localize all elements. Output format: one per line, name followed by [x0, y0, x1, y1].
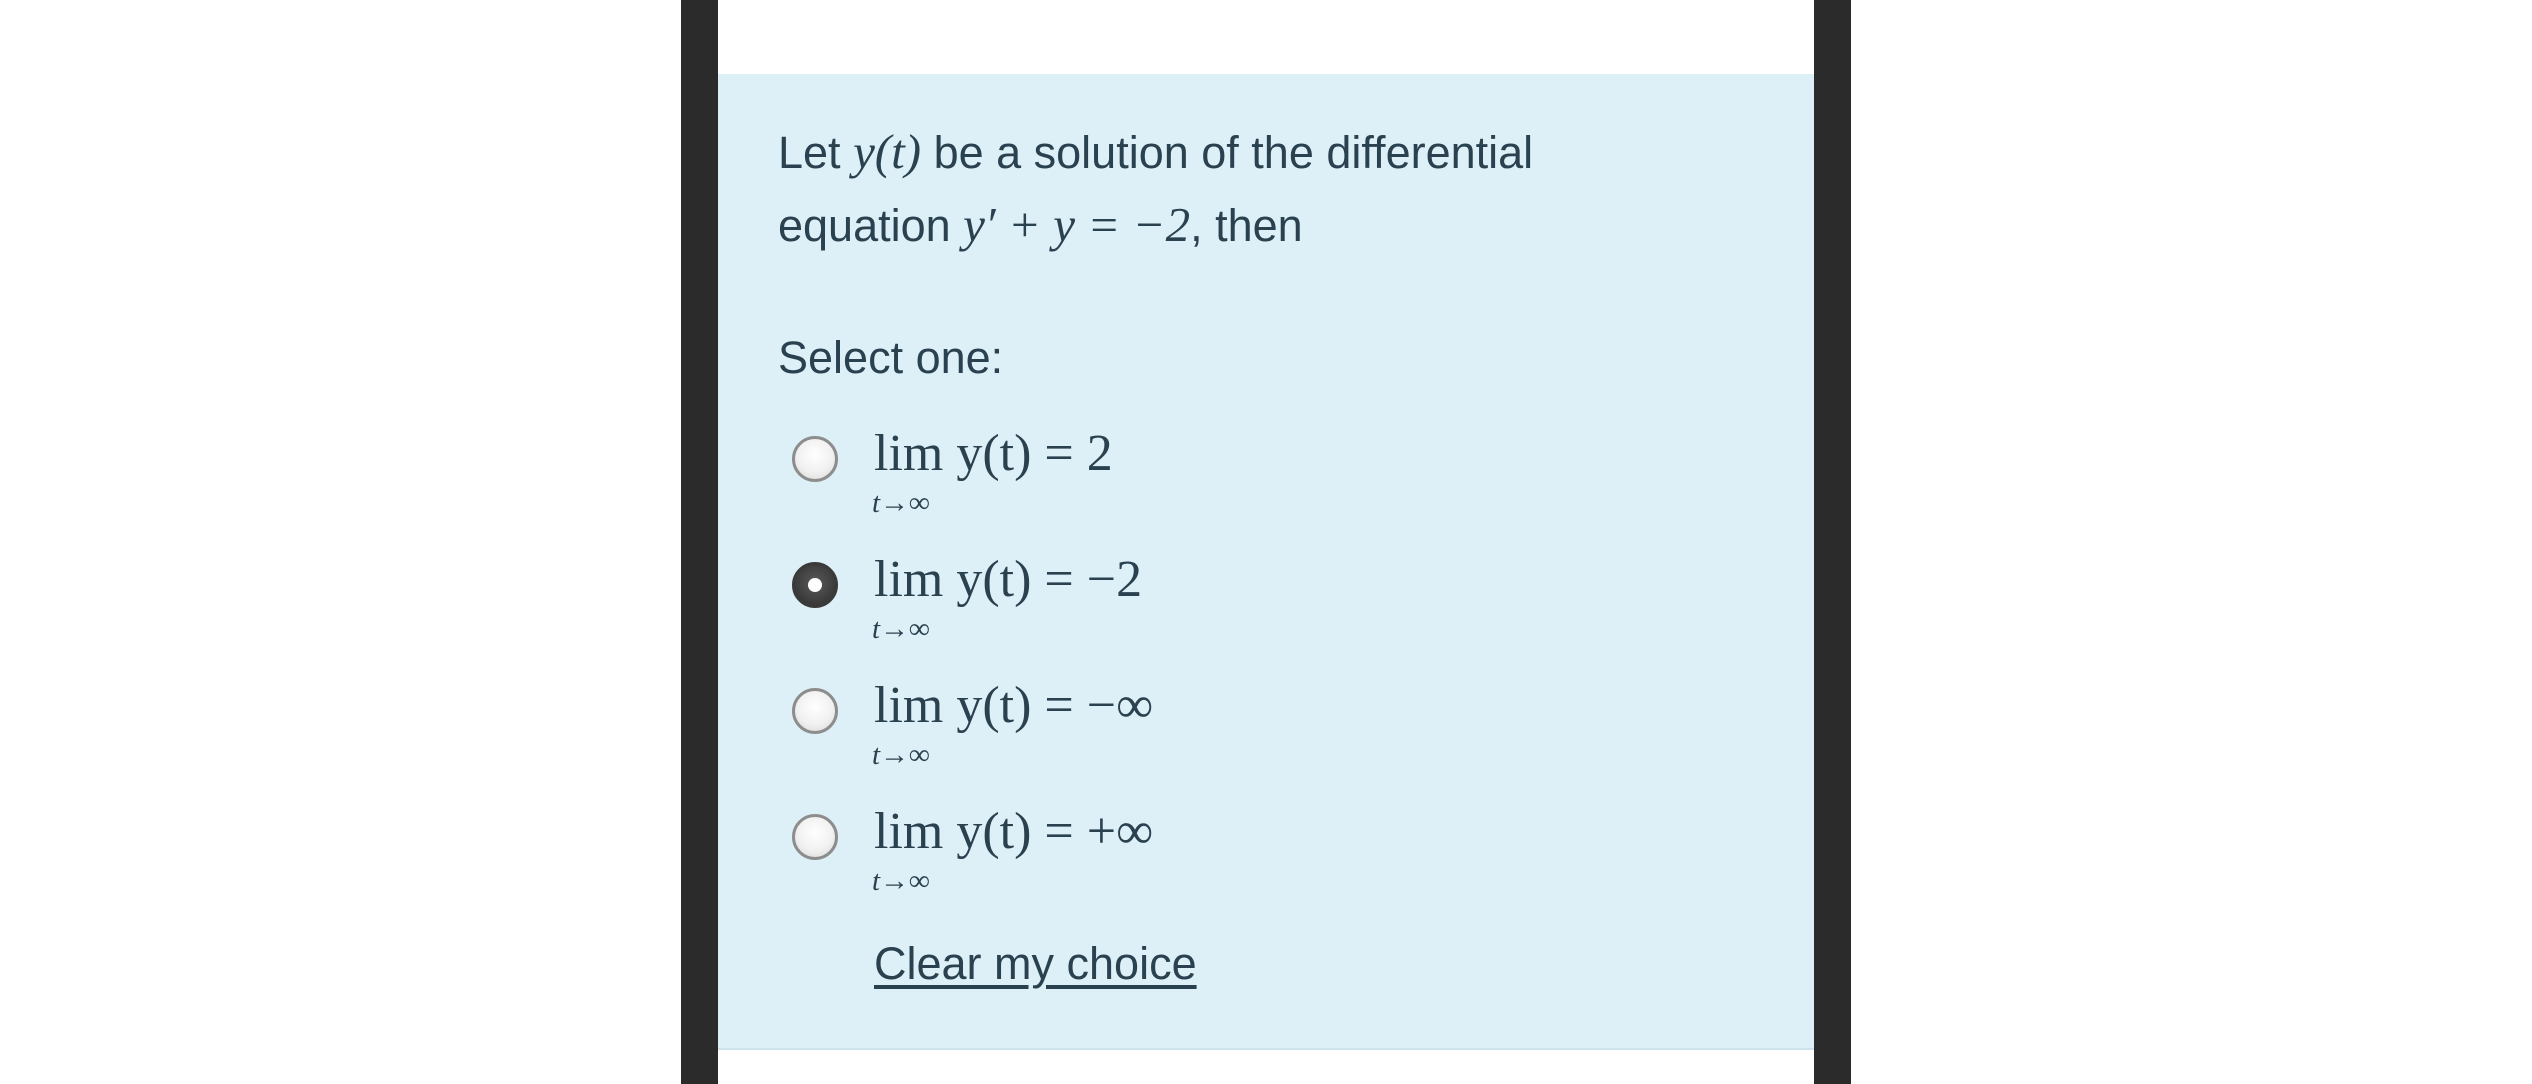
- option-2-expression: lim y(t) = −2: [874, 551, 1143, 608]
- option-4-expression: lim y(t) = +∞: [874, 803, 1154, 860]
- question-line1-pre: Let: [778, 127, 854, 178]
- question-line2-math: y′ + y = −2: [963, 197, 1191, 252]
- option-3-expression: lim y(t) = −∞: [874, 677, 1154, 734]
- option-1-expression: lim y(t) = 2: [874, 425, 1113, 482]
- option-4-limit-subscript: t→∞: [872, 865, 930, 897]
- question-line2-pre: equation: [778, 200, 964, 251]
- question-line1-math: y(t): [853, 124, 922, 179]
- answer-option-1[interactable]: lim y(t) = 2 t→∞: [792, 422, 1352, 532]
- clear-my-choice-link[interactable]: Clear my choice: [874, 934, 1197, 994]
- radio-button-4[interactable]: [792, 814, 838, 860]
- question-line2-post: , then: [1190, 200, 1303, 251]
- option-2-limit-subscript: t→∞: [872, 613, 930, 645]
- question-text: Let y(t) be a solution of the differenti…: [778, 116, 1738, 262]
- screenshot: Let y(t) be a solution of the differenti…: [0, 0, 2532, 1084]
- option-1-limit-subscript: t→∞: [872, 487, 930, 519]
- radio-button-1[interactable]: [792, 436, 838, 482]
- answer-option-4[interactable]: lim y(t) = +∞ t→∞: [792, 800, 1352, 910]
- question-line1-post: be a solution of the differential: [921, 127, 1534, 178]
- radio-button-3[interactable]: [792, 688, 838, 734]
- answer-option-3[interactable]: lim y(t) = −∞ t→∞: [792, 674, 1352, 784]
- select-one-label: Select one:: [778, 332, 1004, 383]
- answer-option-2[interactable]: lim y(t) = −2 t→∞: [792, 548, 1352, 658]
- question-card: Let y(t) be a solution of the differenti…: [718, 74, 1814, 1050]
- radio-button-2-selected[interactable]: [792, 562, 838, 608]
- option-3-limit-subscript: t→∞: [872, 739, 930, 771]
